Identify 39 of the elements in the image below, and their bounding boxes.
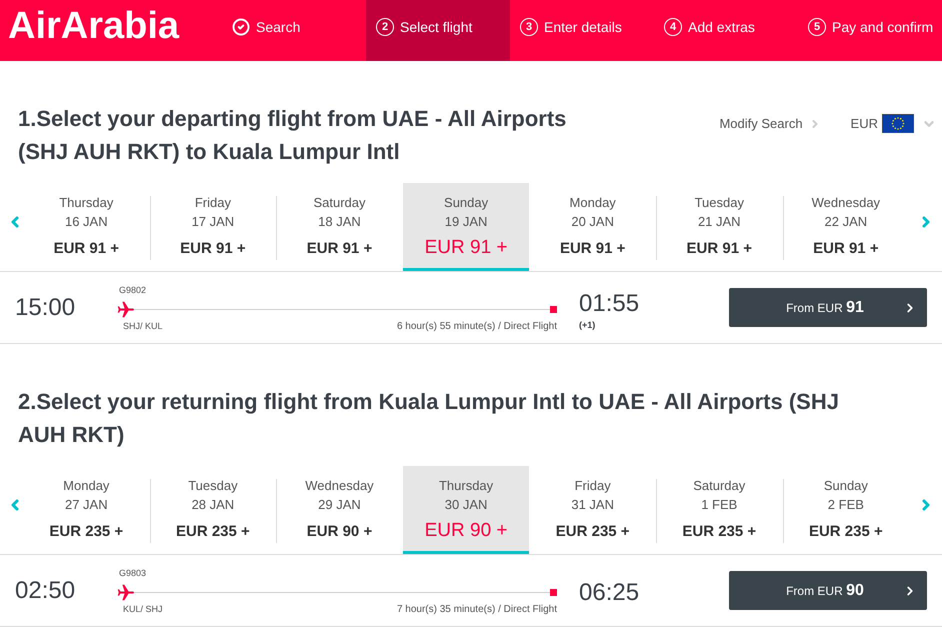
arrival-time: 01:55 [579, 290, 640, 318]
departure-time: 15:00 [15, 294, 76, 320]
next-day-indicator: (+1) [579, 320, 596, 330]
eu-flag-icon [882, 114, 914, 133]
check-circle-icon [232, 18, 250, 36]
flight-duration: 6 hour(s) 55 minute(s) / Direct Flight [396, 321, 557, 332]
flight-duration: 7 hour(s) 35 minute(s) / Direct Flight [396, 604, 557, 615]
step-tab[interactable]: 5 Pay and confirm [798, 0, 942, 61]
currency-selector[interactable]: EUR [850, 114, 936, 133]
plane-icon [117, 300, 134, 318]
route-codes: SHJ/ KUL [122, 321, 163, 331]
step-tab[interactable]: 3 Enter details [510, 0, 654, 61]
step-tab[interactable]: Search [222, 0, 366, 61]
select-fare-button[interactable]: From EUR 91 [729, 288, 927, 327]
destination-marker-icon [550, 306, 557, 312]
section-title: 1.Select your departing flight from UAE - All Airports (SHJ AUH RKT) to Kuala Lumpur Intl [18, 105, 568, 166]
departure-time: 02:50 [15, 576, 76, 604]
route-codes: KUL/ SHJ [122, 604, 163, 614]
step-number: 4 [664, 18, 682, 36]
date-tab[interactable]: Thursday 16 JAN EUR 91 + [23, 183, 150, 271]
plane-icon [117, 584, 134, 600]
arrival-time: 06:25 [579, 579, 640, 607]
logo[interactable]: AirArabia [0, 0, 222, 61]
date-tab[interactable]: Sunday 19 JAN EUR 91 + [402, 183, 530, 271]
step-number: 3 [520, 18, 538, 36]
flight-number: G9802 [118, 285, 146, 296]
step-number: 5 [808, 18, 826, 36]
date-tab[interactable]: Thursday 30 JAN EUR 90 + [402, 466, 530, 554]
date-tab[interactable]: Monday 27 JAN EUR 235 + [23, 466, 150, 554]
date-tab[interactable]: Friday 31 JAN EUR 235 + [529, 466, 656, 554]
step-tab[interactable]: 4 Add extras [654, 0, 798, 61]
step-number: 2 [376, 18, 394, 36]
select-fare-button[interactable]: From EUR 90 [729, 571, 927, 610]
section-title: 2.Select your returning flight from Kuala Lumpur Intl to UAE - All Airports (SHJ AUH RKT) [18, 388, 840, 449]
date-tab[interactable]: Monday 20 JAN EUR 91 + [529, 183, 656, 271]
destination-marker-icon [550, 588, 557, 596]
modify-search-link[interactable]: Modify Search [719, 116, 821, 131]
flight-number: G9803 [118, 568, 146, 579]
step-tab[interactable]: 2 Select flight [366, 0, 510, 61]
